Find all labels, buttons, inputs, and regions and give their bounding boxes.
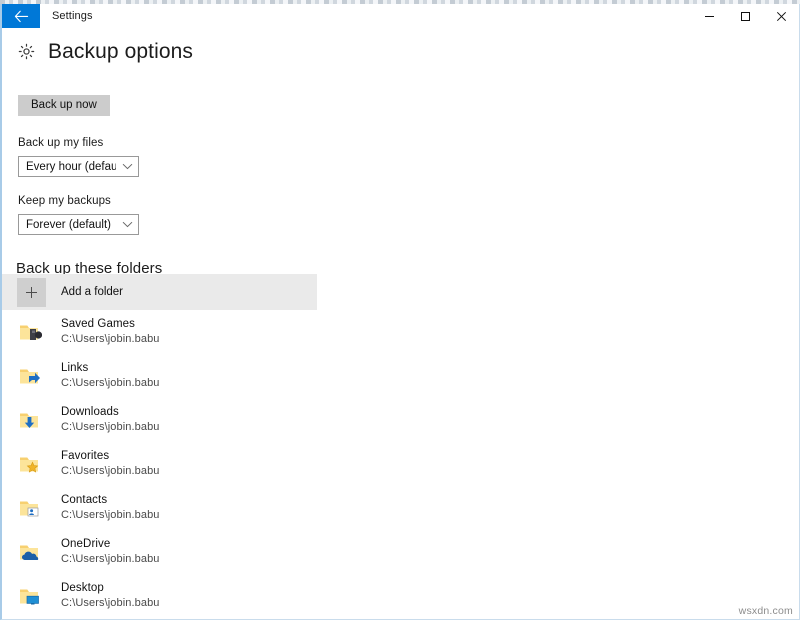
folder-path: C:\Users\jobin.babu bbox=[61, 332, 160, 347]
list-item[interactable]: OneDrive C:\Users\jobin.babu bbox=[2, 530, 317, 574]
list-item-text: Contacts C:\Users\jobin.babu bbox=[43, 493, 160, 523]
close-button[interactable] bbox=[763, 4, 799, 28]
maximize-button[interactable] bbox=[727, 4, 763, 28]
list-item[interactable]: Favorites C:\Users\jobin.babu bbox=[2, 442, 317, 486]
keep-backups-label: Keep my backups bbox=[18, 195, 139, 207]
folder-path: C:\Users\jobin.babu bbox=[61, 464, 160, 479]
add-a-folder-button[interactable]: Add a folder bbox=[2, 274, 317, 310]
settings-window: Settings bbox=[0, 4, 800, 620]
backup-frequency-dropdown[interactable]: Every hour (default) bbox=[18, 156, 139, 177]
list-item-text: Links C:\Users\jobin.babu bbox=[43, 361, 160, 391]
list-item[interactable]: Downloads C:\Users\jobin.babu bbox=[2, 398, 317, 442]
folder-downloads-icon bbox=[17, 407, 43, 433]
folder-saved-games-icon bbox=[17, 319, 43, 345]
chevron-down-icon bbox=[116, 221, 138, 228]
backup-frequency-group: Back up my files Every hour (default) bbox=[18, 137, 139, 177]
minimize-button[interactable] bbox=[691, 4, 727, 28]
list-item-text: Saved Games C:\Users\jobin.babu bbox=[43, 317, 160, 347]
add-a-folder-label: Add a folder bbox=[46, 286, 123, 298]
window-controls bbox=[691, 4, 799, 28]
page-title: Backup options bbox=[48, 41, 193, 62]
backup-frequency-value: Every hour (default) bbox=[19, 161, 116, 173]
back-up-now-button[interactable]: Back up now bbox=[18, 95, 110, 116]
settings-page: Backup options Back up now Back up my fi… bbox=[2, 28, 799, 620]
folder-onedrive-icon bbox=[17, 539, 43, 565]
folder-name: Saved Games bbox=[61, 317, 160, 332]
plus-icon bbox=[17, 278, 46, 307]
title-bar: Settings bbox=[2, 4, 799, 28]
chevron-down-icon bbox=[116, 163, 138, 170]
folder-links-icon bbox=[17, 363, 43, 389]
page-header: Backup options bbox=[2, 28, 799, 62]
list-item-text: Favorites C:\Users\jobin.babu bbox=[43, 449, 160, 479]
folder-name: Links bbox=[61, 361, 160, 376]
folder-path: C:\Users\jobin.babu bbox=[61, 552, 160, 567]
keep-backups-dropdown[interactable]: Forever (default) bbox=[18, 214, 139, 235]
folder-name: Downloads bbox=[61, 405, 160, 420]
folder-name: OneDrive bbox=[61, 537, 160, 552]
list-item-text: Desktop C:\Users\jobin.babu bbox=[43, 581, 160, 611]
list-item-text: Downloads C:\Users\jobin.babu bbox=[43, 405, 160, 435]
back-arrow-icon[interactable] bbox=[2, 4, 40, 28]
folder-path: C:\Users\jobin.babu bbox=[61, 420, 160, 435]
gear-icon bbox=[18, 43, 35, 60]
folder-favorites-icon bbox=[17, 451, 43, 477]
keep-backups-group: Keep my backups Forever (default) bbox=[18, 195, 139, 235]
backup-frequency-label: Back up my files bbox=[18, 137, 139, 149]
window-title: Settings bbox=[40, 4, 93, 28]
folder-desktop-icon bbox=[17, 583, 43, 609]
keep-backups-value: Forever (default) bbox=[19, 219, 116, 231]
list-item[interactable]: Desktop C:\Users\jobin.babu bbox=[2, 574, 317, 618]
folder-list: Add a folder Saved Games C:\Users\jobin.… bbox=[2, 274, 800, 620]
list-item[interactable]: Links C:\Users\jobin.babu bbox=[2, 354, 317, 398]
watermark: wsxdn.com bbox=[739, 605, 793, 617]
folder-path: C:\Users\jobin.babu bbox=[61, 376, 160, 391]
folder-name: Desktop bbox=[61, 581, 160, 596]
list-item[interactable]: Saved Games C:\Users\jobin.babu bbox=[2, 310, 317, 354]
folder-path: C:\Users\jobin.babu bbox=[61, 596, 160, 611]
folder-name: Favorites bbox=[61, 449, 160, 464]
list-item-text: OneDrive C:\Users\jobin.babu bbox=[43, 537, 160, 567]
folder-path: C:\Users\jobin.babu bbox=[61, 508, 160, 523]
folder-contacts-icon bbox=[17, 495, 43, 521]
list-item[interactable]: Contacts C:\Users\jobin.babu bbox=[2, 486, 317, 530]
folder-name: Contacts bbox=[61, 493, 160, 508]
